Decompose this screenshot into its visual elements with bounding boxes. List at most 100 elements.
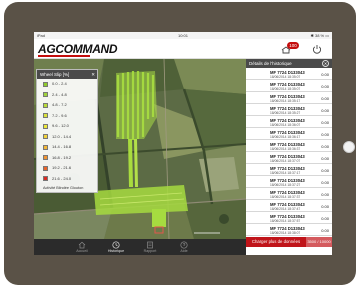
tab-label: Accueil <box>76 249 88 253</box>
app-header: AGCOMMAND 100 <box>34 39 332 59</box>
legend-swatch <box>43 165 48 171</box>
legend-swatch <box>43 176 48 181</box>
history-row[interactable]: MF 7724 D133043 18/06/2014 18:36:37 0.00 <box>246 140 332 152</box>
legend-item: 19.2 - 21.6 <box>37 163 97 174</box>
legend-item: 2.4 - 4.8 <box>37 90 97 101</box>
history-row[interactable]: MF 7724 D133043 18/06/2014 18:37:57 0.00 <box>246 212 332 224</box>
legend-panel: Wheel Slip [%] ✕ 0.0 - 2.4 2.4 - 4.8 4.8 -… <box>36 69 98 193</box>
history-row-date: 18/06/2014 18:37:27 <box>270 182 301 187</box>
legend-label: 2.4 - 4.8 <box>52 91 67 97</box>
tab-label: Aide <box>180 249 188 253</box>
tab-history[interactable]: Historique <box>98 239 134 255</box>
legend-title: Wheel Slip [%] <box>40 72 70 77</box>
legend-label: 19.2 - 21.6 <box>52 165 72 170</box>
history-row[interactable]: MF 7724 D133043 18/06/2014 18:36:17 0.00 <box>246 128 332 140</box>
app-screen: iPad 10:01 ✱ 38 % ▭ AGCOMMAND 100 Wheel … <box>34 32 332 255</box>
legend-label: 21.6 - 24.0 <box>52 175 72 181</box>
history-row-value: 0.00 <box>321 71 329 77</box>
tab-label: Rapport <box>143 249 157 253</box>
history-header: Détails de l'historique ✕ <box>246 59 332 68</box>
tab-help[interactable]: Aide <box>166 239 202 255</box>
history-row[interactable]: MF 7724 D133043 18/06/2014 18:35:07 0.00 <box>246 80 332 92</box>
legend-swatch <box>43 92 48 97</box>
history-row-value: 0.00 <box>321 215 329 221</box>
history-row[interactable]: MF 7724 D133043 18/06/2014 18:37:27 0.00 <box>246 176 332 188</box>
legend-item: 12.0 - 14.4 <box>37 132 97 143</box>
report-icon <box>147 241 153 249</box>
history-row[interactable]: MF 7724 D133043 18/06/2014 18:38:07 0.00 <box>246 224 332 236</box>
history-title: Détails de l'historique <box>249 61 292 66</box>
history-row-date: 18/06/2014 18:35:07 <box>270 74 301 79</box>
legend-swatch <box>43 123 48 129</box>
history-row-value: 0.00 <box>321 155 329 161</box>
history-list[interactable]: MF 7724 D133043 18/06/2014 18:35:07 0.00 MF… <box>246 68 332 237</box>
home-icon <box>78 241 86 249</box>
legend-label: 16.8 - 19.2 <box>52 154 72 160</box>
tab-home[interactable]: Accueil <box>64 239 100 255</box>
help-icon <box>180 241 188 249</box>
status-battery: ✱ 38 % ▭ <box>310 33 329 38</box>
history-row-date: 18/06/2014 18:38:07 <box>270 230 301 235</box>
tablet-home-button[interactable] <box>343 141 355 153</box>
history-row[interactable]: MF 7724 D133043 18/06/2014 18:37:07 0.00 <box>246 152 332 164</box>
history-pager: 3500 / 10000 <box>306 237 332 247</box>
app-logo: AGCOMMAND <box>38 42 118 56</box>
legend-label: 4.8 - 7.2 <box>52 102 67 107</box>
power-icon[interactable] <box>311 43 323 55</box>
legend-label: 9.6 - 12.0 <box>52 123 69 128</box>
legend-label: 12.0 - 14.4 <box>52 133 72 139</box>
history-row-date: 18/06/2014 18:36:37 <box>270 146 301 151</box>
legend-header: Wheel Slip [%] ✕ <box>37 70 97 79</box>
history-row-date: 18/06/2014 18:37:17 <box>270 170 301 175</box>
legend-item: 21.6 - 24.0 <box>37 174 97 185</box>
tab-report[interactable]: Rapport <box>132 239 168 255</box>
history-row-date: 18/06/2014 18:36:07 <box>270 122 301 127</box>
legend-item: 16.8 - 19.2 <box>37 153 97 164</box>
history-row-date: 18/06/2014 18:37:57 <box>270 218 301 223</box>
tablet-frame: iPad 10:01 ✱ 38 % ▭ AGCOMMAND 100 Wheel … <box>4 2 356 285</box>
legend-swatch <box>43 113 48 118</box>
legend-close-icon[interactable]: ✕ <box>91 70 95 79</box>
status-bar: iPad 10:01 ✱ 38 % ▭ <box>34 32 332 39</box>
logo-underline <box>38 55 90 57</box>
history-row[interactable]: MF 7724 D133043 18/06/2014 18:37:17 0.00 <box>246 164 332 176</box>
history-row-date: 18/06/2014 18:36:17 <box>270 134 301 139</box>
history-row-date: 18/06/2014 18:37:07 <box>270 158 301 163</box>
history-close-icon[interactable]: ✕ <box>322 60 329 67</box>
legend-label: 0.0 - 2.4 <box>52 81 67 86</box>
history-row-value: 0.00 <box>321 143 329 149</box>
legend-swatch <box>43 134 48 139</box>
legend-swatch <box>43 144 48 150</box>
history-row-value: 0.00 <box>321 203 329 209</box>
notification-badge: 100 <box>287 42 299 49</box>
history-row[interactable]: MF 7724 D133043 18/06/2014 18:35:07 0.00 <box>246 68 332 80</box>
history-row-date: 18/06/2014 18:35:27 <box>270 110 301 115</box>
legend-footer: Activité Blindée Glouton <box>43 186 84 190</box>
history-icon <box>112 241 120 249</box>
history-row-value: 0.00 <box>321 95 329 101</box>
load-more-button[interactable]: Charger plus de données <box>246 237 306 247</box>
bottom-tab-bar: Accueil Historique Rapport Aide <box>34 239 246 255</box>
history-row-value: 0.00 <box>321 179 329 185</box>
legend-item: 14.4 - 16.8 <box>37 142 97 153</box>
history-footer: Charger plus de données 3500 / 10000 <box>246 237 332 247</box>
history-row[interactable]: MF 7724 D133043 18/06/2014 18:37:37 0.00 <box>246 188 332 200</box>
satellite-map[interactable]: Wheel Slip [%] ✕ 0.0 - 2.4 2.4 - 4.8 4.8 -… <box>34 59 246 239</box>
history-row-date: 18/06/2014 18:37:37 <box>270 194 301 199</box>
history-panel: Détails de l'historique ✕ MF 7724 D13304… <box>246 59 332 255</box>
history-row[interactable]: MF 7724 D133043 18/06/2014 18:36:07 0.00 <box>246 116 332 128</box>
legend-item: 4.8 - 7.2 <box>37 100 97 111</box>
history-row-date: 18/06/2014 18:37:47 <box>270 206 301 211</box>
history-row-date: 18/06/2014 18:35:17 <box>270 98 301 103</box>
history-row-value: 0.00 <box>321 83 329 89</box>
history-row[interactable]: MF 7724 D133043 18/06/2014 18:35:17 0.00 <box>246 92 332 104</box>
legend-item: 7.2 - 9.6 <box>37 111 97 122</box>
legend-item: 9.6 - 12.0 <box>37 121 97 132</box>
history-row[interactable]: MF 7724 D133043 18/06/2014 18:37:47 0.00 <box>246 200 332 212</box>
tab-label: Historique <box>107 249 125 253</box>
history-row[interactable]: MF 7724 D133043 18/06/2014 18:35:27 0.00 <box>246 104 332 116</box>
history-row-value: 0.00 <box>321 131 329 137</box>
legend-swatch <box>43 155 48 160</box>
legend-label: 7.2 - 9.6 <box>52 112 67 118</box>
history-row-value: 0.00 <box>321 227 329 233</box>
